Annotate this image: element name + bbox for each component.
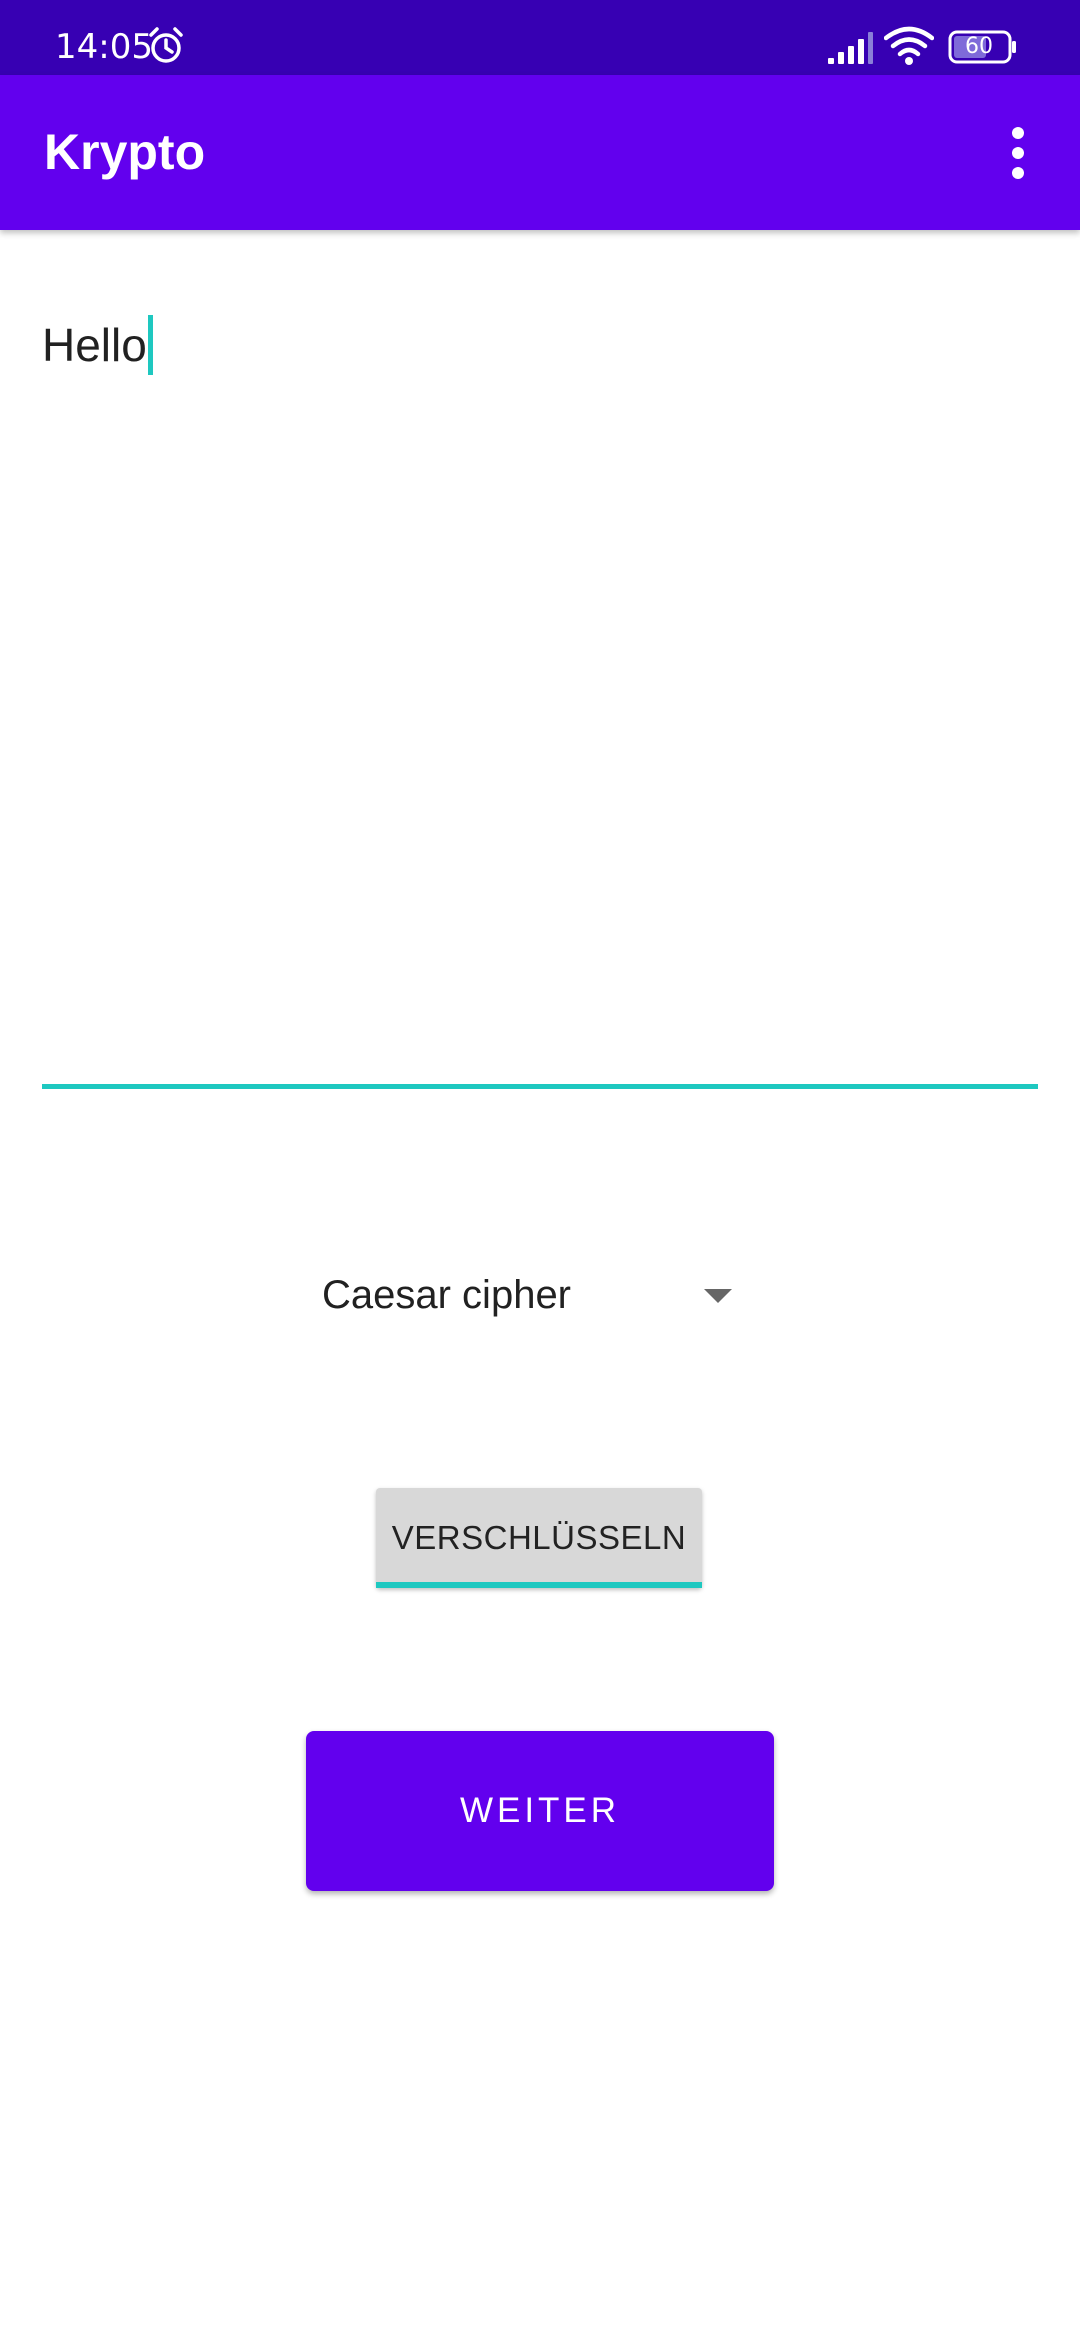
dropdown-arrow-icon xyxy=(704,1289,732,1303)
encrypt-button-underline xyxy=(376,1582,702,1588)
alarm-icon xyxy=(149,27,183,63)
input-underline xyxy=(42,1084,1038,1089)
text-cursor xyxy=(147,315,153,375)
encrypt-button-label: VERSCHLÜSSELN xyxy=(391,1519,687,1556)
battery-level: 60 xyxy=(965,34,993,59)
message-input[interactable]: Hello xyxy=(42,300,1038,1092)
next-button-label: WEITER xyxy=(459,1791,621,1830)
cipher-spinner-value: Caesar cipher xyxy=(322,1273,572,1317)
message-input-value: Hello xyxy=(42,319,147,371)
overflow-menu-icon[interactable] xyxy=(990,115,1046,191)
next-button[interactable]: WEITER xyxy=(306,1731,774,1891)
wifi-icon xyxy=(884,26,934,65)
status-time: 14:05 xyxy=(55,27,153,67)
app-title: Krypto xyxy=(44,124,206,180)
signal-icon xyxy=(828,32,873,64)
cipher-spinner[interactable]: Caesar cipher xyxy=(300,1250,750,1340)
message-input-text: Hello xyxy=(42,315,153,375)
app-bar: Krypto xyxy=(0,75,1080,230)
encrypt-button[interactable]: VERSCHLÜSSELN xyxy=(376,1488,702,1588)
status-bar: 14:05 60 xyxy=(0,0,1080,75)
